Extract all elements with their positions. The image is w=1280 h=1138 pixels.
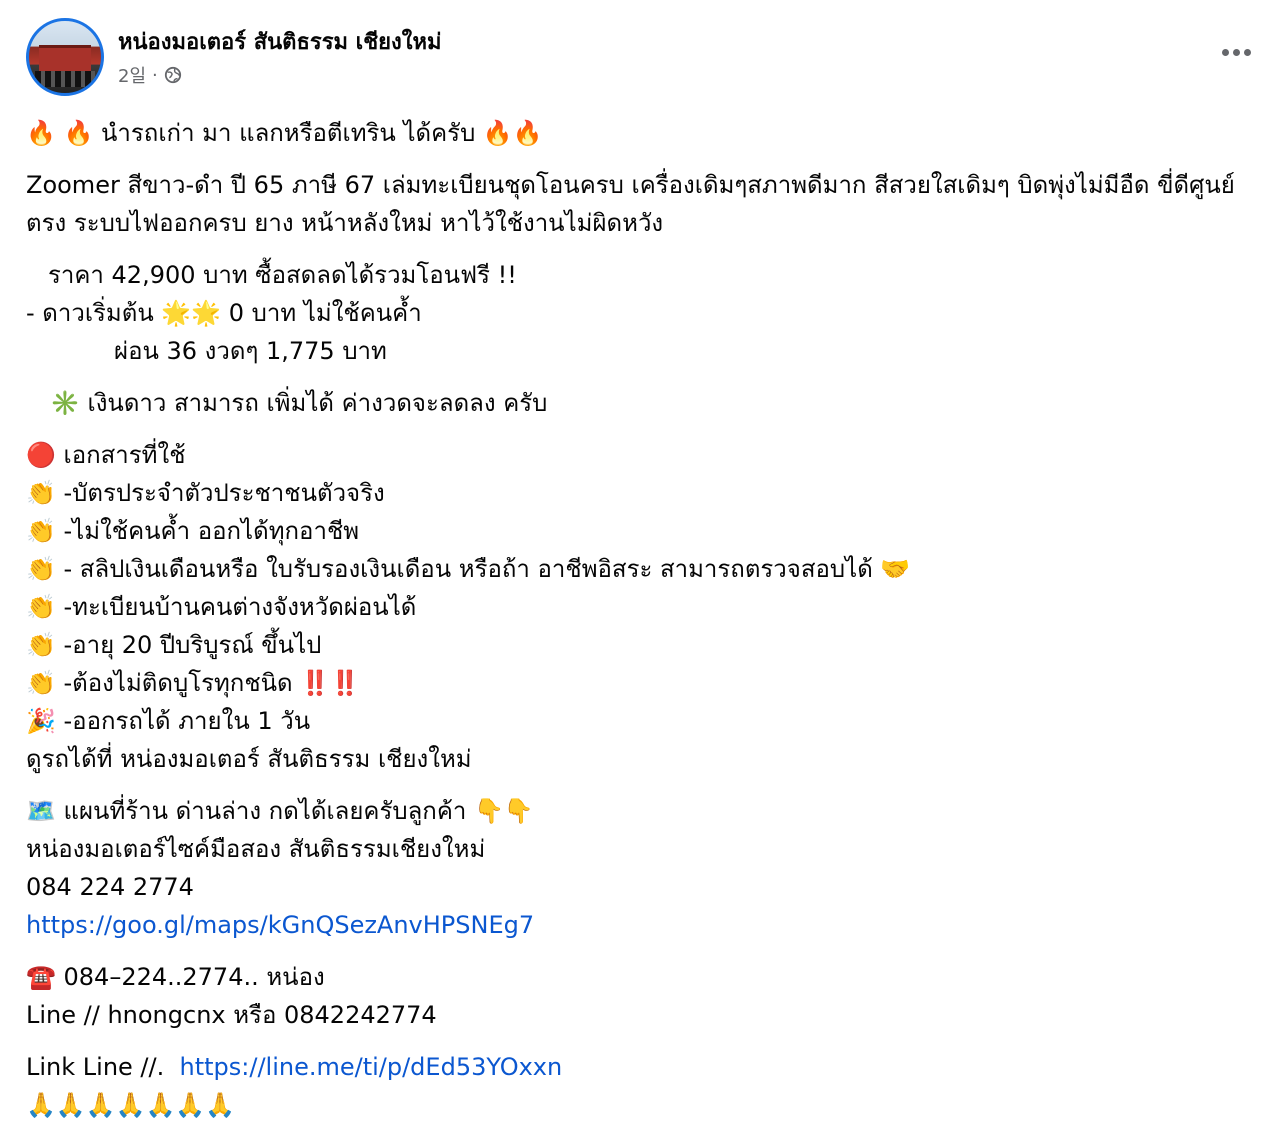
line-link-row: Link Line //. https://line.me/ti/p/dEd53…	[26, 1048, 1256, 1086]
post-time[interactable]: 2일	[118, 62, 146, 88]
description: Zoomer สีขาว-ดำ ปี 65 ภาษี 67 เล่มทะเบีย…	[26, 171, 1235, 237]
line-link-paragraph: Link Line //. https://line.me/ti/p/dEd53…	[26, 1048, 1256, 1124]
headline: 🔥 🔥 นำรถเก่า มา แลกหรือตีเทริน ได้ครับ 🔥…	[26, 119, 543, 147]
document-item: 👏 -ต้องไม่ติดบูโรทุกชนิด ‼️‼️	[26, 669, 360, 697]
price-line: ราคา 42,900 บาท ซื้อสดลดได้รวมโอนฟรี !!	[48, 261, 517, 289]
map-link[interactable]: https://goo.gl/maps/kGnQSezAnvHPSNEg7	[26, 906, 1256, 944]
line-link[interactable]: https://line.me/ti/p/dEd53YOxxn	[180, 1053, 563, 1081]
post-meta: 2일 ·	[118, 62, 182, 88]
more-dots-icon	[1243, 48, 1251, 56]
more-dots-icon	[1232, 48, 1240, 56]
down-payment-line: - ดาวเริ่มต้น 🌟🌟 0 บาท ไม่ใช้คนค้ำ	[26, 299, 422, 327]
globe-icon	[164, 66, 181, 84]
document-item: 👏 -อายุ 20 ปีบริบูรณ์ ขึ้นไป	[26, 631, 322, 659]
pray-emojis: 🙏🙏🙏🙏🙏🙏🙏	[26, 1091, 236, 1119]
document-item: 👏 -ไม่ใช้คนค้ำ ออกได้ทุกอาชีพ	[26, 517, 360, 545]
installment-line: ผ่อน 36 งวดๆ 1,775 บาท	[114, 337, 387, 365]
map-paragraph: 🗺️ แผนที่ร้าน ด่านล่าง กดได้เลยครับลูกค้…	[26, 792, 1256, 944]
page-avatar[interactable]	[26, 18, 104, 96]
shop-name: หน่องมอเตอร์ไซค์มือสอง สันติธรรมเชียงใหม…	[26, 835, 486, 863]
document-item: 👏 - สลิปเงินเดือนหรือ ใบรับรองเงินเดือน …	[26, 555, 911, 583]
page-name[interactable]: หน่องมอเตอร์ สันติธรรม เชียงใหม่	[118, 24, 442, 59]
avatar-shopfront	[39, 45, 91, 72]
meta-separator: ·	[152, 64, 158, 86]
document-item: 🎉 -ออกรถได้ ภายใน 1 วัน	[26, 707, 311, 735]
price-paragraph: ราคา 42,900 บาท ซื้อสดลดได้รวมโอนฟรี !! …	[26, 256, 1256, 370]
document-item: 👏 -ทะเบียนบ้านคนต่างจังหวัดผ่อนได้	[26, 593, 417, 621]
post-header: หน่องมอเตอร์ สันติธรรม เชียงใหม่ 2일 ·	[26, 18, 1256, 98]
avatar-motorcycles	[35, 71, 95, 87]
more-dots-icon	[1221, 48, 1229, 56]
headline-paragraph: 🔥 🔥 นำรถเก่า มา แลกหรือตีเทริน ได้ครับ 🔥…	[26, 114, 1256, 152]
documents-paragraph: 🔴 เอกสารที่ใช้ 👏 -บัตรประจำตัวประชาชนตัว…	[26, 436, 1256, 778]
documents-title: 🔴 เอกสารที่ใช้	[26, 441, 186, 469]
document-item: 👏 -บัตรประจำตัวประชาชนตัวจริง	[26, 479, 385, 507]
contact-paragraph: ☎️ 084–224..2774.. หน่อง Line // hnongcn…	[26, 958, 1256, 1034]
visit-line: ดูรถได้ที่ หน่องมอเตอร์ สันติธรรม เชียงใ…	[26, 745, 472, 773]
shop-phone: 084 224 2774	[26, 873, 194, 901]
map-line: 🗺️ แผนที่ร้าน ด่านล่าง กดได้เลยครับลูกค้…	[26, 797, 534, 825]
note-paragraph: ✳️ เงินดาว สามารถ เพิ่มได้ ค่างวดจะลดลง …	[26, 384, 1256, 422]
line-id: Line // hnongcnx หรือ 0842242774	[26, 1001, 437, 1029]
post-body: 🔥 🔥 นำรถเก่า มา แลกหรือตีเทริน ได้ครับ 🔥…	[26, 114, 1256, 1138]
more-options-button[interactable]	[1216, 38, 1256, 66]
phone-line: ☎️ 084–224..2774.. หน่อง	[26, 963, 325, 991]
line-link-label: Link Line //.	[26, 1053, 165, 1081]
facebook-post: หน่องมอเตอร์ สันติธรรม เชียงใหม่ 2일 · 🔥 …	[0, 0, 1280, 1134]
description-paragraph: Zoomer สีขาว-ดำ ปี 65 ภาษี 67 เล่มทะเบีย…	[26, 166, 1256, 242]
down-payment-note: ✳️ เงินดาว สามารถ เพิ่มได้ ค่างวดจะลดลง …	[50, 389, 548, 417]
